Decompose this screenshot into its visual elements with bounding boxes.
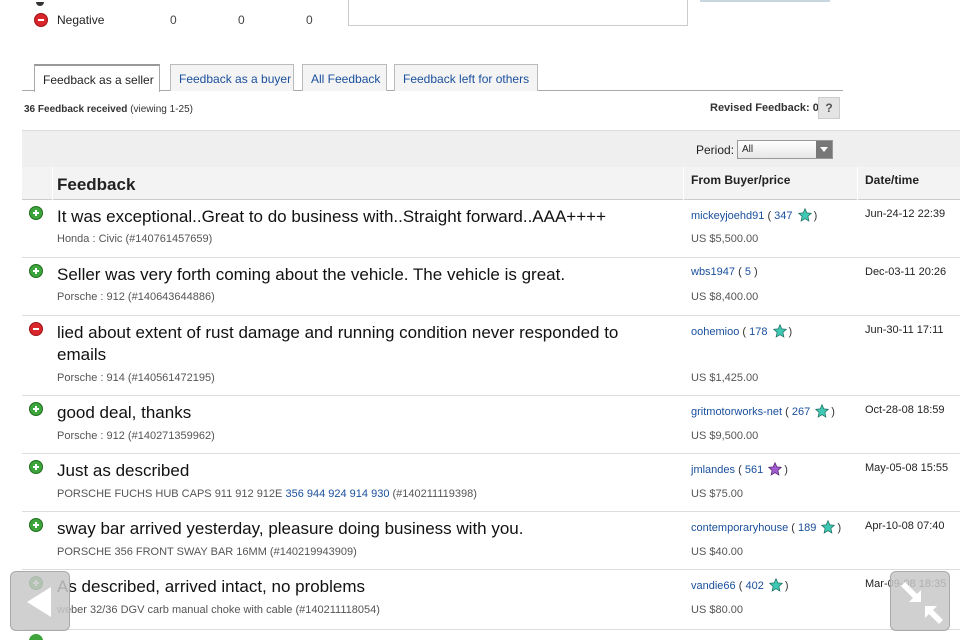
- item-title: Porsche : 914 (#140561472195): [57, 372, 215, 384]
- table-row: sway bar arrived yesterday, pleasure doi…: [22, 512, 960, 570]
- collapse-button[interactable]: [890, 571, 950, 631]
- feedback-comment: Seller was very forth coming about the v…: [57, 265, 566, 284]
- buyer-score[interactable]: 347: [774, 210, 792, 222]
- tab-feedback-left-for-others[interactable]: Feedback left for others: [394, 64, 538, 91]
- buyer-info: contemporaryhouse ( 189 ): [691, 520, 842, 534]
- table-row: lied about extent of rust damage and run…: [22, 316, 960, 396]
- tab-feedback-as-seller[interactable]: Feedback as a seller: [34, 64, 160, 92]
- star-icon: [772, 324, 787, 338]
- date-time: Oct-28-08 18:59: [865, 404, 945, 416]
- date-time: May-05-08 15:55: [865, 462, 949, 474]
- item-title: Porsche : 912 (#140271359962): [57, 430, 215, 442]
- feedback-comment: lied about extent of rust damage and run…: [57, 323, 619, 364]
- buyer-score[interactable]: 402: [745, 580, 763, 592]
- item-title: weber 32/36 DGV carb manual choke with c…: [57, 604, 380, 616]
- collapse-arrows-icon: [901, 582, 943, 624]
- buyer-link[interactable]: jmlandes: [691, 464, 735, 476]
- negative-icon: [29, 322, 43, 336]
- negative-label: Negative: [57, 13, 105, 27]
- buyer-info: jmlandes ( 561 ): [691, 462, 788, 476]
- price: US $40.00: [691, 546, 743, 558]
- date-time: Dec-03-11 20:26: [865, 266, 947, 278]
- feedback-received-count: 36 Feedback received (viewing 1-25): [24, 104, 193, 115]
- column-header-feedback: Feedback: [57, 175, 136, 194]
- detailed-ratings-box: [348, 0, 688, 26]
- period-selected-value: All: [742, 144, 754, 155]
- period-filter-bar: Period: All: [22, 130, 960, 167]
- positive-icon: [29, 518, 43, 532]
- tab-all-feedback[interactable]: All Feedback: [302, 64, 387, 91]
- price: US $9,500.00: [691, 430, 759, 442]
- star-icon: [797, 208, 812, 222]
- positive-icon: [29, 206, 43, 220]
- feedback-tabs: Feedback as a seller Feedback as a buyer…: [22, 64, 843, 92]
- price: US $80.00: [691, 604, 743, 616]
- feedback-table-header: Feedback From Buyer/price Date/time: [22, 167, 960, 200]
- buyer-link[interactable]: contemporaryhouse: [691, 522, 788, 534]
- table-row: It was exceptional..Great to do business…: [22, 200, 960, 258]
- rating-summary-negative-row: Negative 0 0 0: [22, 2, 342, 30]
- buyer-info: wbs1947 ( 5 ): [691, 266, 758, 278]
- feedback-comment: sway bar arrived yesterday, pleasure doi…: [57, 519, 524, 538]
- buyer-link[interactable]: mickeyjoehd91: [691, 210, 764, 222]
- price: US $8,400.00: [691, 291, 759, 303]
- column-header-date: Date/time: [865, 173, 920, 187]
- price: US $5,500.00: [691, 233, 759, 245]
- star-icon: [768, 578, 783, 592]
- buyer-info: mickeyjoehd91 ( 347 ): [691, 208, 818, 222]
- negative-count-1-month: 0: [170, 13, 177, 27]
- feedback-comment: good deal, thanks: [57, 403, 192, 422]
- buyer-score[interactable]: 561: [745, 464, 763, 476]
- positive-icon: [29, 264, 43, 278]
- table-row: As described, arrived intact, no problem…: [22, 570, 960, 630]
- feedback-comment: Just as described: [57, 461, 190, 480]
- price: US $1,425.00: [691, 372, 759, 384]
- back-button[interactable]: [10, 571, 70, 631]
- negative-count-12-months: 0: [306, 13, 313, 27]
- tab-feedback-as-buyer[interactable]: Feedback as a buyer: [170, 64, 294, 91]
- neutral-icon: [36, 2, 44, 6]
- feedback-comment: As described, arrived intact, no problem…: [57, 577, 366, 596]
- date-time: Jun-30-11 17:11: [865, 324, 944, 336]
- buyer-link[interactable]: gritmotorworks-net: [691, 406, 782, 418]
- positive-icon: [29, 460, 43, 474]
- buyer-link[interactable]: wbs1947: [691, 266, 735, 278]
- viewing-range: (viewing 1-25): [130, 104, 193, 115]
- table-row: good deal, thanks Porsche : 912 (#140271…: [22, 396, 960, 454]
- item-title: PORSCHE FUCHS HUB CAPS 911 912 912E 356 …: [57, 488, 477, 500]
- period-select[interactable]: All: [737, 140, 833, 159]
- period-label: Period:: [696, 143, 735, 157]
- column-header-from-buyer: From Buyer/price: [691, 173, 791, 187]
- revised-feedback-label: Revised Feedback: 0: [710, 102, 819, 114]
- buyer-info: gritmotorworks-net ( 267 ): [691, 404, 835, 418]
- buyer-info: oohemioo ( 178 ): [691, 324, 793, 338]
- received-count: 36 Feedback received: [24, 104, 128, 115]
- date-time: Apr-10-08 07:40: [865, 520, 945, 532]
- table-row: Seller was very forth coming about the v…: [22, 258, 960, 316]
- table-row: Just as described PORSCHE FUCHS HUB CAPS…: [22, 454, 960, 512]
- negative-count-6-months: 0: [238, 13, 245, 27]
- buyer-info: vandie66 ( 402 ): [691, 578, 789, 592]
- item-link[interactable]: 356 944 924 914 930: [285, 488, 389, 500]
- star-icon: [815, 404, 830, 418]
- chevron-down-icon: [816, 141, 832, 158]
- date-time: Jun-24-12 22:39: [865, 208, 946, 220]
- divider: [700, 0, 830, 2]
- price: US $75.00: [691, 488, 743, 500]
- feedback-comment: It was exceptional..Great to do business…: [57, 207, 607, 226]
- positive-icon: [29, 402, 43, 416]
- buyer-link[interactable]: oohemioo: [691, 326, 739, 338]
- positive-icon: [29, 634, 43, 640]
- star-icon: [821, 520, 836, 534]
- buyer-score[interactable]: 178: [749, 326, 767, 338]
- buyer-link[interactable]: vandie66: [691, 580, 736, 592]
- item-title: Honda : Civic (#140761457659): [57, 233, 213, 245]
- buyer-score[interactable]: 267: [792, 406, 810, 418]
- negative-icon: [34, 13, 48, 27]
- help-button[interactable]: ?: [818, 97, 840, 119]
- star-icon: [768, 462, 783, 476]
- item-title: PORSCHE 356 FRONT SWAY BAR 16MM (#140219…: [57, 546, 357, 558]
- item-title: Porsche : 912 (#140643644886): [57, 291, 215, 303]
- buyer-score[interactable]: 189: [798, 522, 816, 534]
